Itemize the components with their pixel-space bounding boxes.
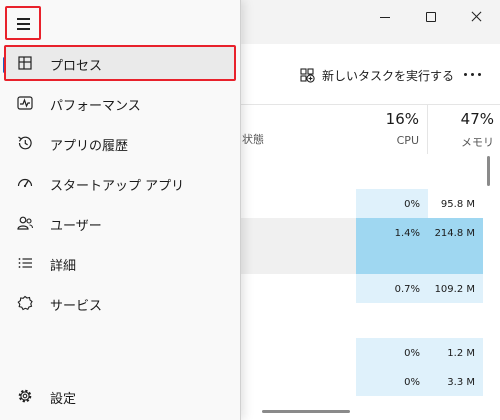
- memory-column-label: メモリ: [461, 136, 494, 149]
- maximize-button[interactable]: [413, 4, 449, 30]
- processes-icon: [18, 56, 32, 70]
- cpu-cell: 1.4%: [356, 218, 428, 274]
- nav-item-label: 設定: [50, 392, 77, 407]
- nav-item-users[interactable]: ユーザー: [4, 205, 236, 241]
- hamburger-icon: [17, 18, 30, 20]
- speedometer-icon: [17, 178, 33, 188]
- memory-cell: 109.2 M: [428, 274, 483, 303]
- cpu-cell: 0%: [356, 338, 428, 367]
- cpu-column-header[interactable]: 16% CPU: [356, 104, 428, 154]
- nav-item-details[interactable]: 詳細: [4, 245, 236, 281]
- nav-item-label: 詳細: [50, 259, 77, 274]
- close-button[interactable]: [458, 4, 494, 30]
- memory-cell: 214.8 M: [428, 218, 483, 274]
- memory-cell: 1.2 M: [428, 338, 483, 367]
- nav-item-settings[interactable]: 設定: [4, 378, 236, 414]
- cpu-cell: 0%: [356, 189, 428, 218]
- gear-icon: [18, 389, 32, 403]
- nav-item-services[interactable]: サービス: [4, 285, 236, 321]
- nav-item-performance[interactable]: パフォーマンス: [4, 85, 236, 121]
- performance-icon: [17, 96, 33, 110]
- vertical-scrollbar[interactable]: [487, 156, 490, 186]
- nav-item-startup-apps[interactable]: スタートアップ アプリ: [4, 165, 236, 201]
- nav-item-label: サービス: [50, 299, 103, 314]
- history-icon: [18, 136, 32, 150]
- cpu-column-label: CPU: [396, 134, 419, 147]
- memory-column-header[interactable]: 47% メモリ: [428, 104, 500, 154]
- cpu-total-percent: 16%: [385, 110, 419, 128]
- more-options-button[interactable]: [462, 64, 484, 84]
- memory-cell: 3.3 M: [428, 367, 483, 396]
- cpu-cell: 0.7%: [356, 274, 428, 303]
- nav-item-label: ユーザー: [50, 219, 102, 234]
- nav-item-app-history[interactable]: アプリの履歴: [4, 125, 236, 161]
- new-task-icon: [300, 67, 315, 83]
- new-task-button[interactable]: 新しいタスクを実行する: [300, 66, 454, 84]
- table-row[interactable]: 1.4% 214.8 M: [240, 218, 483, 274]
- memory-total-percent: 47%: [460, 110, 494, 128]
- memory-cell: 95.8 M: [440, 199, 475, 210]
- nav-item-label: パフォーマンス: [50, 99, 141, 114]
- new-task-label: 新しいタスクを実行する: [322, 68, 455, 83]
- table-row[interactable]: 0% 3.3 M: [240, 367, 483, 396]
- toolbar: 新しいタスクを実行する: [240, 44, 500, 105]
- nav-item-label: プロセス: [50, 59, 103, 74]
- horizontal-scrollbar[interactable]: [262, 410, 350, 413]
- details-list-icon: [18, 258, 32, 268]
- minimize-button[interactable]: [367, 4, 403, 30]
- table-row[interactable]: 0% 95.8 M: [240, 189, 483, 218]
- hamburger-icon-line: [17, 28, 30, 30]
- table-row[interactable]: 0.7% 109.2 M: [240, 274, 483, 303]
- cpu-cell: 0%: [356, 367, 428, 396]
- status-column-header[interactable]: 状態: [242, 131, 264, 147]
- navigation-pane: プロセス パフォーマンス アプリの履歴 スタートアップ アプリ ユーザー 詳細 …: [0, 0, 241, 420]
- users-icon: [17, 216, 34, 230]
- services-icon: [17, 295, 33, 311]
- hamburger-icon-line: [17, 23, 30, 25]
- nav-item-processes[interactable]: プロセス: [4, 45, 236, 81]
- nav-item-label: アプリの履歴: [50, 139, 129, 154]
- nav-item-label: スタートアップ アプリ: [50, 179, 185, 194]
- hamburger-menu-button[interactable]: [5, 6, 41, 40]
- table-row[interactable]: 0% 1.2 M: [240, 338, 483, 367]
